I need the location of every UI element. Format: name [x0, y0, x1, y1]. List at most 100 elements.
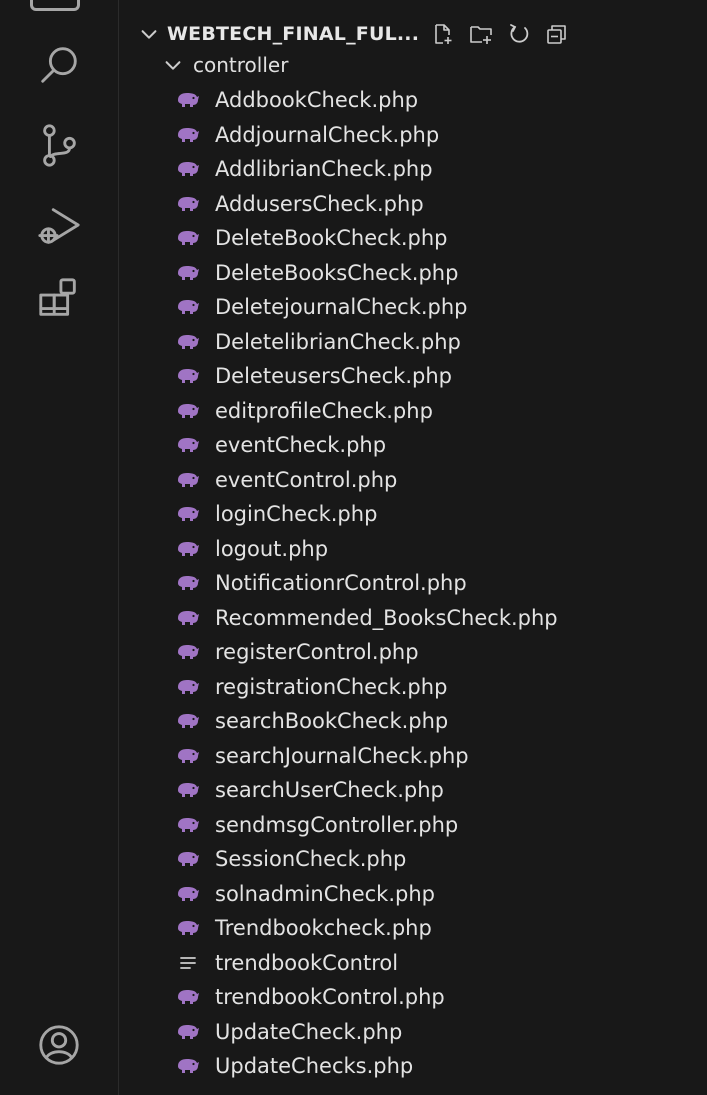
file-label: AddusersCheck.php: [215, 191, 424, 216]
file-item[interactable]: DeletejournalCheck.php: [119, 290, 707, 325]
file-item[interactable]: registrationCheck.php: [119, 670, 707, 705]
folder-controller[interactable]: controller: [119, 50, 707, 80]
file-label: eventCheck.php: [215, 433, 387, 458]
file-item[interactable]: DeleteBooksCheck.php: [119, 256, 707, 291]
file-item[interactable]: Trendbookcheck.php: [119, 911, 707, 946]
explorer-section-header[interactable]: WEBTECH_FINAL_FUL...: [119, 16, 707, 52]
file-item[interactable]: logout.php: [119, 532, 707, 567]
php-file-icon: [175, 90, 201, 110]
file-list: AddbookCheck.php AddjournalCheck.php Add…: [119, 83, 707, 1084]
search-icon[interactable]: [0, 30, 118, 100]
file-label: AddlibrianCheck.php: [215, 157, 433, 182]
php-file-icon: [175, 401, 201, 421]
folder-label: controller: [193, 53, 289, 77]
file-item[interactable]: NotificationrControl.php: [119, 566, 707, 601]
run-debug-icon[interactable]: [0, 190, 118, 260]
file-label: DeleteBooksCheck.php: [215, 260, 459, 285]
file-item[interactable]: AddlibrianCheck.php: [119, 152, 707, 187]
activity-bar: [0, 0, 119, 1095]
file-label: solnadminCheck.php: [215, 881, 435, 906]
file-label: searchJournalCheck.php: [215, 743, 469, 768]
php-file-icon: [175, 263, 201, 283]
file-item[interactable]: registerControl.php: [119, 635, 707, 670]
file-label: registrationCheck.php: [215, 674, 448, 699]
file-item[interactable]: eventControl.php: [119, 463, 707, 498]
file-label: eventControl.php: [215, 467, 398, 492]
php-file-icon: [175, 746, 201, 766]
file-label: NotificationrControl.php: [215, 571, 467, 596]
file-item[interactable]: DeleteBookCheck.php: [119, 221, 707, 256]
php-file-icon: [175, 228, 201, 248]
php-file-icon: [175, 366, 201, 386]
file-item[interactable]: DeletelibrianCheck.php: [119, 325, 707, 360]
file-item[interactable]: eventCheck.php: [119, 428, 707, 463]
file-item[interactable]: trendbookControl.php: [119, 980, 707, 1015]
file-item[interactable]: AddjournalCheck.php: [119, 118, 707, 153]
file-item[interactable]: AddbookCheck.php: [119, 83, 707, 118]
file-item[interactable]: solnadminCheck.php: [119, 877, 707, 912]
php-file-icon: [175, 780, 201, 800]
php-file-icon: [175, 159, 201, 179]
php-file-icon: [175, 470, 201, 490]
file-label: UpdateCheck.php: [215, 1019, 403, 1044]
php-file-icon: [175, 884, 201, 904]
php-file-icon: [175, 711, 201, 731]
file-label: searchUserCheck.php: [215, 778, 444, 803]
file-label: Recommended_BooksCheck.php: [215, 605, 558, 630]
file-item[interactable]: DeleteusersCheck.php: [119, 359, 707, 394]
account-icon[interactable]: [0, 1010, 118, 1080]
header-actions: [429, 20, 571, 48]
php-file-icon: [175, 435, 201, 455]
php-file-icon: [175, 332, 201, 352]
php-file-icon: [175, 194, 201, 214]
file-label: sendmsgController.php: [215, 812, 459, 837]
php-file-icon: [175, 297, 201, 317]
file-label: SessionCheck.php: [215, 847, 407, 872]
file-label: loginCheck.php: [215, 502, 378, 527]
file-item[interactable]: trendbookControl: [119, 946, 707, 981]
file-item[interactable]: sendmsgController.php: [119, 808, 707, 843]
file-label: DeleteusersCheck.php: [215, 364, 452, 389]
file-label: UpdateChecks.php: [215, 1054, 414, 1079]
new-folder-icon[interactable]: [467, 20, 495, 48]
php-file-icon: [175, 539, 201, 559]
php-file-icon: [175, 677, 201, 697]
collapse-all-icon[interactable]: [543, 20, 571, 48]
file-item[interactable]: searchBookCheck.php: [119, 704, 707, 739]
file-item[interactable]: SessionCheck.php: [119, 842, 707, 877]
file-label: trendbookControl.php: [215, 985, 445, 1010]
php-file-icon: [175, 573, 201, 593]
file-label: editprofileCheck.php: [215, 398, 433, 423]
file-label: DeleteBookCheck.php: [215, 226, 448, 251]
php-file-icon: [175, 918, 201, 938]
file-item[interactable]: Recommended_BooksCheck.php: [119, 601, 707, 636]
file-label: logout.php: [215, 536, 329, 561]
file-label: registerControl.php: [215, 640, 419, 665]
file-item[interactable]: UpdateChecks.php: [119, 1049, 707, 1084]
php-file-icon: [175, 849, 201, 869]
php-file-icon: [175, 642, 201, 662]
source-control-icon[interactable]: [0, 110, 118, 180]
refresh-icon[interactable]: [505, 20, 533, 48]
section-title: WEBTECH_FINAL_FUL...: [167, 23, 420, 45]
php-file-icon: [175, 1022, 201, 1042]
php-file-icon: [175, 125, 201, 145]
php-file-icon: [175, 987, 201, 1007]
php-file-icon: [175, 608, 201, 628]
file-item[interactable]: searchJournalCheck.php: [119, 739, 707, 774]
file-label: AddbookCheck.php: [215, 88, 419, 113]
php-file-icon: [175, 815, 201, 835]
new-file-icon[interactable]: [429, 20, 457, 48]
php-file-icon: [175, 1056, 201, 1076]
extensions-icon[interactable]: [0, 262, 118, 332]
file-item[interactable]: loginCheck.php: [119, 497, 707, 532]
file-item[interactable]: editprofileCheck.php: [119, 394, 707, 429]
file-item[interactable]: searchUserCheck.php: [119, 773, 707, 808]
chevron-down-icon[interactable]: [137, 22, 161, 46]
file-item[interactable]: AddusersCheck.php: [119, 187, 707, 222]
file-item[interactable]: UpdateCheck.php: [119, 1015, 707, 1050]
chevron-down-icon[interactable]: [161, 53, 185, 77]
explorer-icon[interactable]: [30, 0, 80, 11]
text-file-icon: [175, 953, 201, 973]
explorer-panel: WEBTECH_FINAL_FUL... controller AddbookC…: [119, 0, 707, 1095]
